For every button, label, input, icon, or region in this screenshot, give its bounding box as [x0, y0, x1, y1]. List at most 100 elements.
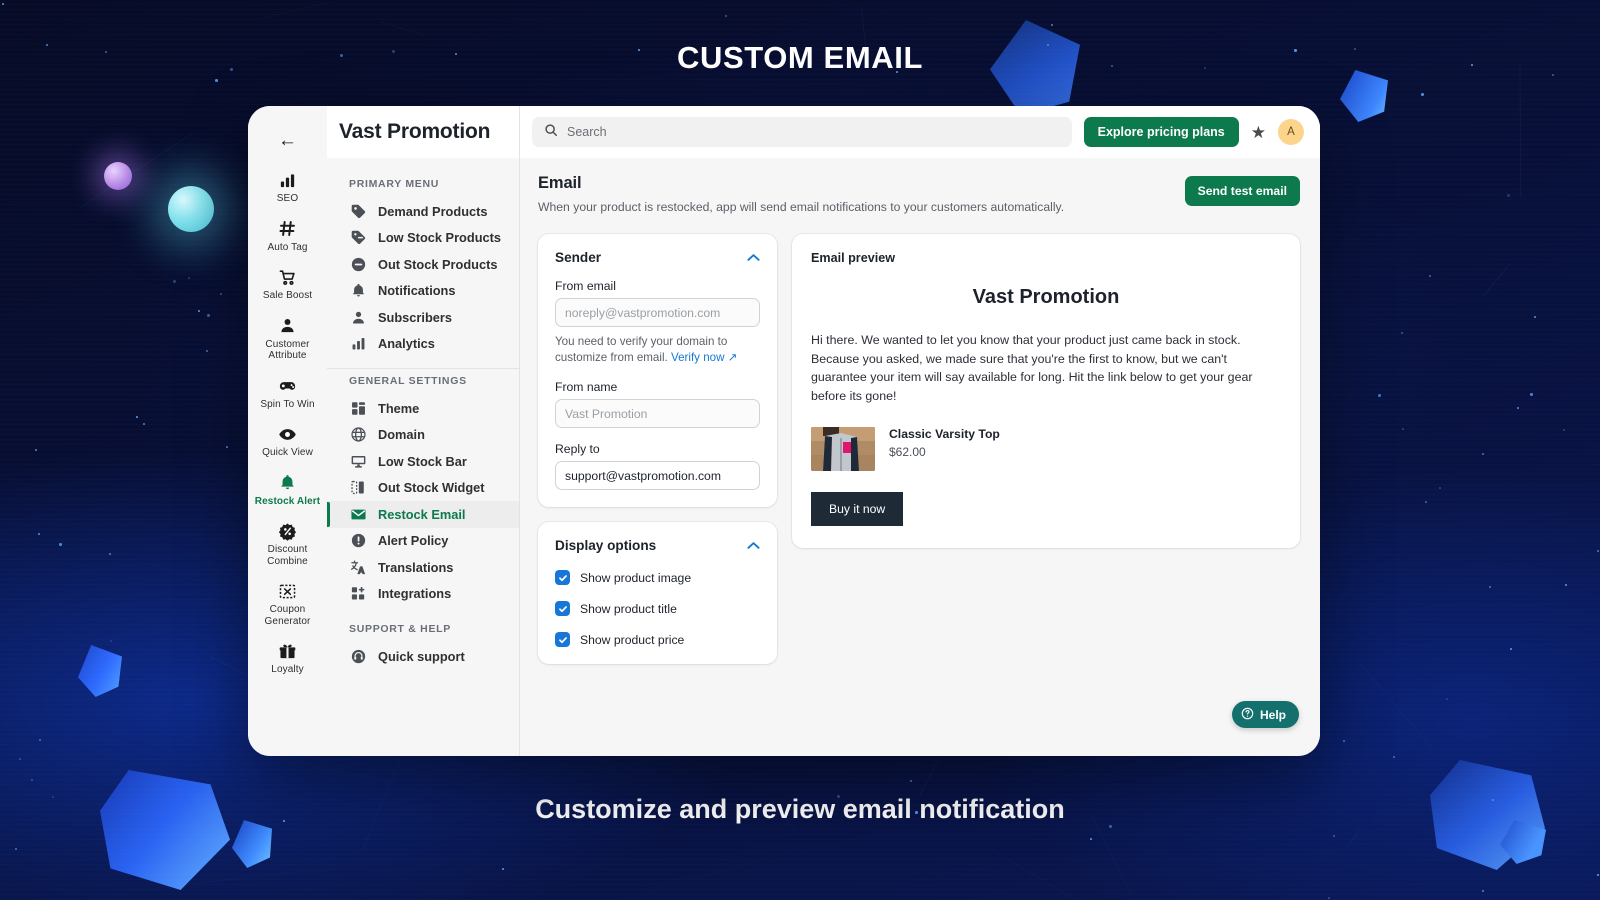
settings-columns: Sender From email You need to verify you…	[538, 234, 1300, 664]
person-icon	[278, 316, 298, 336]
rail-item-label: Quick View	[262, 447, 313, 458]
menu-item-theme[interactable]: Theme	[327, 395, 519, 422]
settings-column: Sender From email You need to verify you…	[538, 234, 777, 664]
menu-item-integrations[interactable]: Integrations	[327, 581, 519, 608]
chevron-up-icon[interactable]	[747, 253, 760, 262]
from-name-field[interactable]	[555, 399, 760, 428]
rail-item-customer-attribute[interactable]: Customer Attribute	[248, 308, 327, 368]
search-input[interactable]: Search	[532, 117, 1072, 147]
menu-item-domain[interactable]: Domain	[327, 422, 519, 449]
send-test-email-button[interactable]: Send test email	[1184, 176, 1300, 206]
banner-caption: Customize and preview email notification	[535, 794, 1065, 824]
checkbox-row-show-product-price[interactable]: Show product price	[555, 632, 760, 647]
product-name: Classic Varsity Top	[889, 427, 1000, 441]
checkbox-checked-icon[interactable]	[555, 570, 570, 585]
checkbox-label: Show product price	[580, 632, 685, 647]
coupon-icon	[278, 581, 298, 601]
app-window: ← SEO Auto Tag Sale Boost Customer Attribut…	[248, 106, 1320, 756]
menu-item-alert-policy[interactable]: Alert Policy	[327, 528, 519, 555]
menu-item-notifications[interactable]: Notifications	[327, 278, 519, 305]
rail-item-discount-combine[interactable]: Discount Combine	[248, 513, 327, 573]
cart-icon	[278, 267, 298, 287]
menu-item-analytics[interactable]: Analytics	[327, 331, 519, 358]
from-name-label: From name	[555, 380, 618, 394]
integrations-icon	[349, 585, 367, 603]
bell-icon	[278, 473, 298, 493]
question-circle-icon	[1241, 707, 1254, 723]
avatar[interactable]: A	[1278, 119, 1304, 145]
decorative-crystal	[78, 645, 122, 697]
envelope-icon	[349, 505, 367, 523]
menu-item-low-stock-products[interactable]: Low Stock Products	[327, 225, 519, 252]
external-link-icon: ↗	[724, 351, 738, 364]
email-preview-label: Email preview	[811, 251, 895, 265]
verify-now-link[interactable]: Verify now	[671, 351, 725, 364]
menu-scroll-area[interactable]: PRIMARY MENU Demand Products Low Stock Pr…	[327, 158, 519, 756]
product-thumbnail	[811, 427, 875, 471]
rail-item-label: Loyalty	[271, 664, 304, 675]
checkbox-label: Show product title	[580, 601, 677, 616]
checkbox-label: Show product image	[580, 570, 692, 585]
menu-item-low-stock-bar[interactable]: Low Stock Bar	[327, 448, 519, 475]
menu-item-label: Low Stock Products	[378, 230, 502, 246]
preview-brand-name: Vast Promotion	[972, 286, 1120, 308]
menu-item-label: Integrations	[378, 586, 452, 602]
display-options-header: Display options	[555, 538, 760, 553]
rail-item-loyalty[interactable]: Loyalty	[248, 633, 327, 682]
rail-item-sale-boost[interactable]: Sale Boost	[248, 259, 327, 308]
from-email-label: From email	[555, 279, 616, 293]
explore-pricing-plans-button[interactable]: Explore pricing plans	[1083, 117, 1239, 147]
decorative-orb-cyan	[168, 186, 214, 232]
menu-item-label: Quick support	[378, 648, 465, 664]
checkbox-checked-icon[interactable]	[555, 632, 570, 647]
rail-item-restock-alert[interactable]: Restock Alert	[248, 465, 327, 514]
menu-item-label: Domain	[378, 427, 425, 443]
rail-item-auto-tag[interactable]: Auto Tag	[248, 211, 327, 260]
rail-item-spin-to-win[interactable]: Spin To Win	[248, 368, 327, 417]
bar-chart-icon	[278, 170, 298, 190]
rail-item-seo[interactable]: SEO	[248, 162, 327, 211]
bell-icon	[349, 282, 367, 300]
buy-it-now-button[interactable]: Buy it now	[811, 492, 904, 526]
reply-to-field[interactable]	[555, 461, 760, 490]
page-header: Email When your product is restocked, ap…	[538, 174, 1300, 214]
preview-product-row: Classic Varsity Top $62.00	[811, 427, 1281, 471]
display-options-card: Display options Show product image Show p…	[538, 522, 777, 664]
decorative-orb-purple	[104, 162, 132, 190]
checkbox-checked-icon[interactable]	[555, 601, 570, 616]
exclamation-circle-icon	[349, 532, 367, 550]
search-icon	[544, 123, 558, 142]
hash-icon	[278, 219, 298, 239]
checkbox-row-show-product-title[interactable]: Show product title	[555, 601, 760, 616]
from-email-field[interactable]	[555, 298, 760, 327]
menu-heading-primary: PRIMARY MENU	[349, 178, 440, 190]
rail-item-coupon-generator[interactable]: Coupon Generator	[248, 573, 327, 633]
menu-item-label: Out Stock Widget	[378, 480, 485, 496]
person-icon	[349, 308, 367, 326]
eye-icon	[278, 424, 298, 444]
menu-item-out-stock-products[interactable]: Out Stock Products	[327, 251, 519, 278]
rail-item-label: Coupon Generator	[264, 604, 311, 627]
rail-item-quick-view[interactable]: Quick View	[248, 416, 327, 465]
menu-item-label: Notifications	[378, 283, 456, 299]
star-icon[interactable]: ★	[1251, 124, 1266, 141]
menu-item-label: Demand Products	[378, 203, 488, 219]
menu-item-out-stock-widget[interactable]: Out Stock Widget	[327, 475, 519, 502]
checkbox-row-show-product-image[interactable]: Show product image	[555, 570, 760, 585]
help-button[interactable]: Help	[1231, 701, 1299, 728]
menu-item-restock-email[interactable]: Restock Email	[327, 501, 519, 528]
rail-item-label: Auto Tag	[267, 241, 308, 253]
back-arrow-icon[interactable]: ←	[278, 120, 297, 162]
minus-circle-icon	[349, 255, 367, 273]
menu-item-translations[interactable]: A Translations	[327, 554, 519, 581]
chevron-up-icon[interactable]	[747, 541, 760, 550]
menu-item-quick-support[interactable]: Quick support	[327, 643, 519, 670]
monitor-icon	[349, 452, 367, 470]
menu-item-label: Out Stock Products	[378, 256, 498, 272]
headset-icon	[349, 647, 367, 665]
menu-item-demand-products[interactable]: Demand Products	[327, 198, 519, 225]
menu-item-label: Low Stock Bar	[378, 453, 467, 469]
translate-icon: A	[349, 558, 367, 576]
menu-item-label: Translations	[378, 559, 454, 575]
menu-item-subscribers[interactable]: Subscribers	[327, 304, 519, 331]
